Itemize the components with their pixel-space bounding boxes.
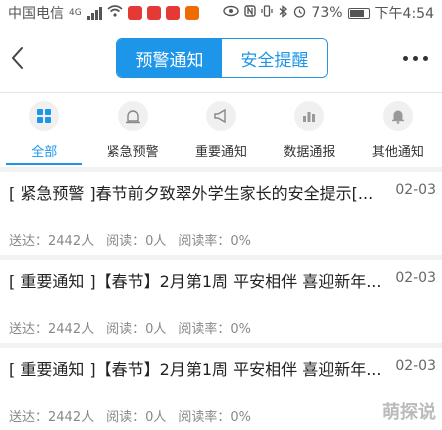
- category-label: 重要通知: [195, 145, 248, 160]
- read-rate: 阅读率：0%: [178, 234, 251, 249]
- item-title: [ 重要通知 ]【春节】2月第1周 平安相伴 喜迎新年...: [9, 272, 382, 291]
- list-item[interactable]: [ 紧急预警 ]春节前夕致翠外学生家长的安全提示[... 02-03 送达：24…: [0, 172, 442, 260]
- category-tabs: 全部 紧急预警 重要通知 数据通报 其他通知: [0, 93, 442, 167]
- alarm-icon: [293, 5, 306, 22]
- status-time: 下午4:54: [374, 6, 434, 22]
- app-notification-icon: [146, 6, 161, 20]
- tab-warning-notice[interactable]: 预警通知: [117, 39, 222, 77]
- item-stats: 送达：2442人 阅读：0人 阅读率：0%: [9, 406, 251, 425]
- category-all[interactable]: 全部: [0, 93, 88, 167]
- read-count: 阅读：0人: [106, 322, 167, 337]
- item-date: 02-03: [395, 358, 436, 374]
- bluetooth-icon: [278, 4, 288, 22]
- status-bar: 中国电信 4G 73% 下午4:54: [0, 0, 442, 26]
- category-label: 数据通报: [283, 145, 336, 160]
- sent-count: 送达：2442人: [9, 410, 95, 425]
- notice-list: [ 紧急预警 ]春节前夕致翠外学生家长的安全提示[... 02-03 送达：24…: [0, 172, 442, 430]
- network-label: 4G: [69, 8, 82, 18]
- item-stats: 送达：2442人 阅读：0人 阅读率：0%: [9, 230, 251, 249]
- wifi-icon: [107, 5, 123, 21]
- app-notification-icon: [127, 6, 142, 20]
- more-icon[interactable]: [403, 56, 428, 61]
- item-stats: 送达：2442人 阅读：0人 阅读率：0%: [9, 318, 251, 337]
- list-item[interactable]: [ 重要通知 ]【春节】2月第1周 平安相伴 喜迎新年... 02-03 送达：…: [0, 260, 442, 348]
- carrier-label: 中国电信: [8, 6, 64, 22]
- category-urgent-warning[interactable]: 紧急预警: [88, 93, 176, 167]
- list-item[interactable]: [ 重要通知 ]【春节】2月第1周 平安相伴 喜迎新年... 02-03 送达：…: [0, 348, 442, 430]
- category-data-report[interactable]: 数据通报: [265, 93, 353, 167]
- item-title: [ 紧急预警 ]春节前夕致翠外学生家长的安全提示[...: [9, 184, 374, 203]
- signal-icon: [86, 6, 102, 20]
- megaphone-icon: [206, 101, 237, 131]
- read-rate: 阅读率：0%: [178, 410, 251, 425]
- read-rate: 阅读率：0%: [178, 322, 251, 337]
- item-title: [ 重要通知 ]【春节】2月第1周 平安相伴 喜迎新年...: [9, 360, 382, 379]
- active-tab-indicator: [6, 163, 82, 165]
- category-other-notice[interactable]: 其他通知: [354, 93, 442, 167]
- header: 预警通知 安全提醒: [0, 26, 442, 92]
- item-date: 02-03: [395, 182, 436, 198]
- bell-icon: [382, 101, 413, 131]
- siren-icon: [117, 101, 148, 131]
- sent-count: 送达：2442人: [9, 234, 95, 249]
- tab-safety-reminder[interactable]: 安全提醒: [222, 39, 327, 77]
- back-icon[interactable]: [8, 42, 28, 74]
- battery-percent: 73%: [311, 5, 343, 21]
- battery-icon: [347, 7, 370, 19]
- read-count: 阅读：0人: [106, 410, 167, 425]
- app-notification-icon: [184, 6, 199, 20]
- grid-icon: [29, 101, 60, 131]
- tab-switcher: 预警通知 安全提醒: [116, 38, 328, 78]
- category-important-notice[interactable]: 重要通知: [177, 93, 265, 167]
- bar-chart-icon: [294, 101, 325, 131]
- watermark: 萌探说: [382, 402, 436, 423]
- sent-count: 送达：2442人: [9, 322, 95, 337]
- item-date: 02-03: [395, 270, 436, 286]
- category-label: 紧急预警: [106, 145, 159, 160]
- nfc-icon: [244, 5, 257, 21]
- app-notification-icon: [165, 6, 180, 20]
- vibrate-icon: [261, 5, 274, 21]
- read-count: 阅读：0人: [106, 234, 167, 249]
- eye-icon: [223, 5, 240, 21]
- category-label: 全部: [31, 145, 58, 160]
- category-label: 其他通知: [371, 145, 424, 160]
